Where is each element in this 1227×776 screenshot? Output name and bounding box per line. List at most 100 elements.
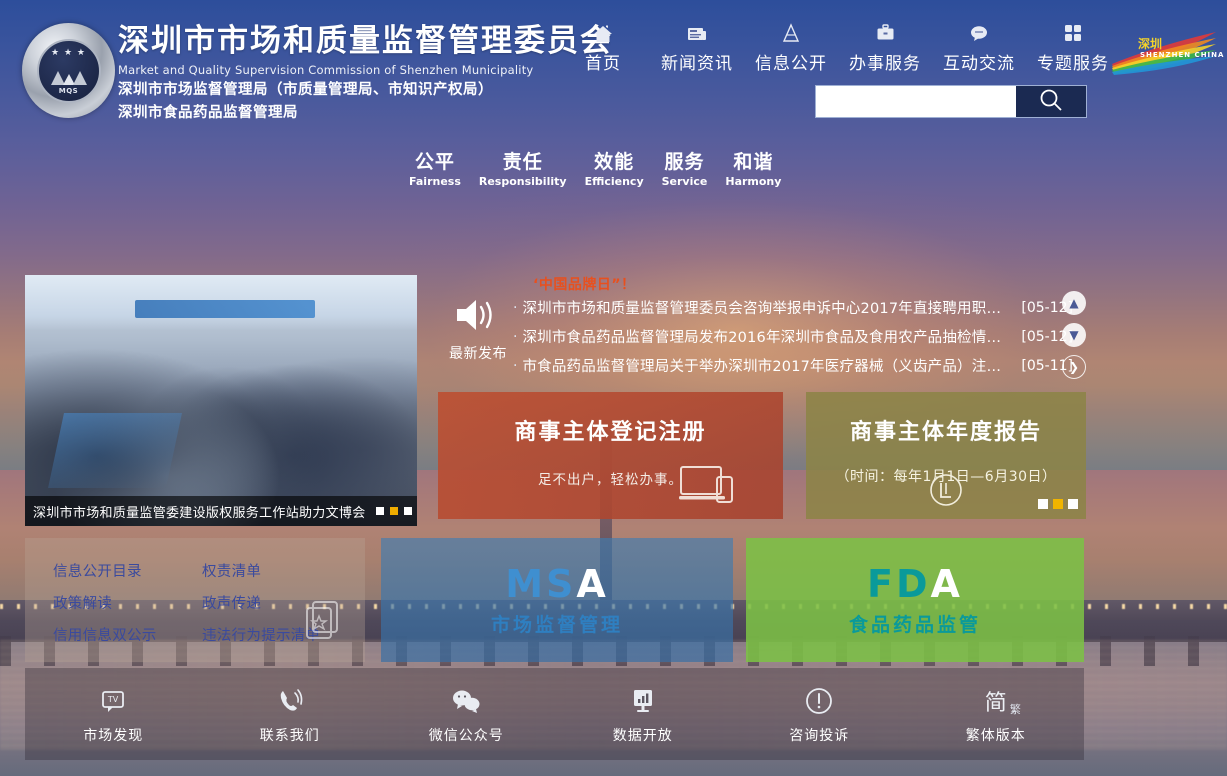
laptop-phone-icon [679, 463, 737, 509]
chevron-right-icon: ❯ [1069, 360, 1079, 374]
documents-star-icon [301, 596, 347, 646]
phone-icon [202, 683, 379, 719]
nav-item-news[interactable]: 新闻资讯 [650, 20, 744, 74]
site-subtitle-2: 深圳市食品药品监督管理局 [118, 102, 613, 125]
news-list: · 深圳市市场和质量监督管理委员会咨询举报申诉中心2017年直接聘用职员... … [513, 293, 1073, 380]
slogan-en: Fairness [409, 175, 461, 189]
nav-item-interaction[interactable]: 互动交流 [932, 20, 1026, 74]
slogan-cn: 服务 [662, 150, 708, 174]
news-icon [650, 20, 744, 46]
nav-item-services[interactable]: 办事服务 [838, 20, 932, 74]
carousel-dot[interactable] [404, 507, 412, 515]
nav-item-info-disclosure[interactable]: 信息公开 [744, 20, 838, 74]
carousel-caption-bar: 深圳市市场和质量监管委建设版权服务工作站助力文博会 ❯ [25, 496, 417, 526]
footer-item-traditional-chinese[interactable]: 简 繁 繁体版本 [908, 683, 1085, 745]
footer-item-market-discovery[interactable]: TV 市场发现 [25, 683, 202, 745]
fda-word-suffix: A [931, 562, 963, 606]
panel-title: 商事主体登记注册 [438, 414, 783, 446]
fda-label: 食品药品监管 [746, 610, 1084, 637]
tv-icon: TV [25, 683, 202, 719]
agency-slogan: 公平 Fairness 责任 Responsibility 效能 Efficie… [400, 150, 790, 189]
report-circle-icon [929, 473, 963, 511]
msa-word-suffix: A [576, 562, 608, 606]
report-dot[interactable] [1038, 499, 1048, 509]
site-subtitle-1: 深圳市市场监督管理局（市质量管理局、市知识产权局） [118, 79, 613, 102]
site-title-en: Market and Quality Supervision Commissio… [118, 61, 613, 79]
quick-links-panel: 信息公开目录 权责清单 政策解读 政声传递 信用信息双公示 违法行为提示清单 [25, 538, 365, 662]
slogan-item-fairness: 公平 Fairness [400, 150, 470, 189]
site-title-block: 深圳市市场和质量监督管理委员会 Market and Quality Super… [118, 22, 613, 125]
search-button[interactable] [1016, 86, 1086, 117]
panel-fda-food-drug[interactable]: FDA 食品药品监管 [746, 538, 1084, 662]
panel-business-registration[interactable]: 商事主体登记注册 足不出户，轻松办事。 [438, 392, 783, 519]
wechat-icon [378, 683, 555, 719]
svg-text:SHENZHEN CHINA: SHENZHEN CHINA [1140, 51, 1224, 59]
carousel-dot-active[interactable] [390, 507, 398, 515]
footer-label: 市场发现 [25, 725, 202, 745]
news-list-item[interactable]: · 深圳市市场和质量监督管理委员会咨询举报申诉中心2017年直接聘用职员... … [513, 293, 1073, 322]
slogan-cn: 和谐 [725, 150, 781, 174]
shenzhen-city-logo: 深圳 SHENZHEN CHINA [1104, 22, 1224, 78]
news-photo-carousel[interactable]: 深圳市市场和质量监管委建设版权服务工作站助力文博会 ❯ [25, 275, 417, 526]
carousel-caption: 深圳市市场和质量监管委建设版权服务工作站助力文博会 [25, 502, 366, 521]
slogan-item-service: 服务 Service [653, 150, 717, 189]
carousel-pagination [376, 507, 417, 515]
bullet-icon: · [513, 300, 517, 316]
news-item-title: 市食品药品监督管理局关于举办深圳市2017年医疗器械（义齿产品）注册... [522, 355, 1005, 376]
search-icon [1038, 87, 1064, 116]
emblem-stars: ★ ★ ★ [39, 49, 99, 57]
speaker-icon [453, 320, 503, 339]
nav-label: 新闻资讯 [650, 49, 744, 74]
news-scroll-down-button[interactable]: ▼ [1062, 323, 1086, 347]
lang-simplified-glyph: 简 [985, 685, 1007, 717]
quick-link-policy-reading[interactable]: 政策解读 [53, 592, 148, 613]
footer-item-wechat[interactable]: 微信公众号 [378, 683, 555, 745]
quick-link-info-catalog[interactable]: 信息公开目录 [53, 560, 148, 581]
briefcase-icon [838, 20, 932, 46]
emblem-mountain-icon [47, 67, 91, 85]
quick-link-credit-disclosure[interactable]: 信用信息双公示 [53, 624, 148, 645]
photo-detail-floor [48, 413, 182, 488]
nav-label: 办事服务 [838, 49, 932, 74]
footer-item-open-data[interactable]: 数据开放 [555, 683, 732, 745]
city-logo-cn: 深圳 [1138, 36, 1162, 51]
site-search [815, 85, 1087, 118]
report-dot-active[interactable] [1053, 499, 1063, 509]
news-scroll-up-button[interactable]: ▲ [1062, 291, 1086, 315]
agency-emblem: ★ ★ ★ MQS [22, 23, 115, 118]
news-more-button[interactable]: ❯ [1062, 355, 1086, 379]
news-list-item[interactable]: · 深圳市食品药品监督管理局发布2016年深圳市食品及食用农产品抽检情况... … [513, 322, 1073, 351]
chat-icon [932, 20, 1026, 46]
emblem-inner: ★ ★ ★ MQS [37, 39, 101, 103]
panel-annual-report[interactable]: 商事主体年度报告 （时间：每年1月1日—6月30日） [806, 392, 1086, 519]
home-icon [556, 20, 650, 46]
quick-links-grid: 信息公开目录 权责清单 政策解读 政声传递 信用信息双公示 违法行为提示清单 [53, 560, 320, 645]
footer-label: 微信公众号 [378, 725, 555, 745]
footer-item-complaints[interactable]: 咨询投诉 [731, 683, 908, 745]
news-item-title: 深圳市市场和质量监督管理委员会咨询举报申诉中心2017年直接聘用职员... [522, 297, 1005, 318]
bullet-icon: · [513, 358, 517, 374]
slogan-item-efficiency: 效能 Efficiency [576, 150, 653, 189]
panel-msa-market-supervision[interactable]: MSA 市场监督管理 [381, 538, 733, 662]
site-header: ★ ★ ★ MQS 深圳市市场和质量监督管理委员会 Market and Qua… [0, 0, 1227, 135]
news-scroll-controls: ▲ ▼ ❯ [1062, 291, 1086, 387]
lang-traditional-glyph: 繁 [1010, 701, 1021, 717]
latest-release-label: 最新发布 [443, 343, 513, 363]
bullet-icon: · [513, 329, 517, 345]
latest-release-block: 最新发布 [443, 295, 513, 363]
carousel-dot[interactable] [376, 507, 384, 515]
msa-word-prefix: MS [505, 562, 576, 606]
nav-item-home[interactable]: 首页 [556, 20, 650, 74]
slogan-item-responsibility: 责任 Responsibility [470, 150, 576, 189]
panel-title: 商事主体年度报告 [806, 414, 1086, 446]
carousel-photo [25, 275, 417, 526]
report-dot[interactable] [1068, 499, 1078, 509]
quick-link-power-list[interactable]: 权责清单 [202, 560, 320, 581]
slogan-en: Efficiency [585, 175, 644, 189]
news-list-item[interactable]: · 市食品药品监督管理局关于举办深圳市2017年医疗器械（义齿产品）注册... … [513, 351, 1073, 380]
fda-word-prefix: FD [867, 562, 931, 606]
search-input[interactable] [816, 86, 1016, 117]
language-toggle-icon: 简 繁 [908, 683, 1085, 719]
exclamation-circle-icon [731, 683, 908, 719]
footer-item-contact-us[interactable]: 联系我们 [202, 683, 379, 745]
